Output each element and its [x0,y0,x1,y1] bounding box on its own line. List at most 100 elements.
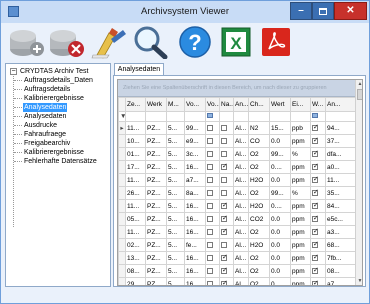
row-selector[interactable] [118,264,126,278]
tree-expander[interactable]: − [10,68,17,75]
table-row[interactable]: 13...PZ...5...16... Al...O20.0ppm 7fb... [118,251,356,265]
row-checkbox[interactable] [221,227,228,235]
filter-checkbox-icon[interactable] [207,113,213,118]
column-header[interactable]: Ei... [290,97,311,112]
row-checkbox[interactable] [221,241,227,248]
row-checkbox[interactable] [207,228,213,235]
row-checkbox[interactable] [207,202,213,209]
row-checkbox[interactable] [221,150,227,157]
minimize-button[interactable]: – [290,2,312,20]
tree-root[interactable]: CRYDTAS Archiv Test [20,67,88,76]
filter-cell[interactable] [166,111,185,122]
row-checkbox[interactable] [312,162,319,170]
column-header[interactable]: Wert [269,97,291,112]
row-checkbox[interactable] [312,253,319,261]
row-checkbox[interactable] [221,214,228,222]
row-selector[interactable] [118,212,126,226]
row-checkbox[interactable] [221,124,227,131]
table-row[interactable]: 01...PZ...5...3c... Al...O299...% dfa... [118,147,356,161]
table-row[interactable]: 05...PZ...5...16... Al...CO20.0ppm e5c... [118,212,356,226]
row-checkbox[interactable] [312,123,319,131]
row-checkbox[interactable] [312,149,319,157]
title-bar[interactable]: Archivsystem Viewer – ✕ [1,1,369,23]
column-header[interactable]: Werk [145,97,167,112]
scroll-thumb[interactable] [357,89,362,100]
filter-cell[interactable] [145,111,167,122]
row-checkbox[interactable] [312,279,319,285]
row-checkbox[interactable] [312,227,319,235]
edit-icon[interactable] [89,25,129,59]
row-selector[interactable] [118,160,126,174]
filter-cell[interactable] [233,111,249,122]
table-row[interactable]: 11...PZ...5...a7...Al...H2O0.0ppm11... [118,173,356,187]
filter-cell[interactable] [205,111,220,122]
row-checkbox[interactable] [312,266,319,274]
row-selector[interactable] [118,186,126,200]
table-row[interactable]: 11...PZ...5...16... Al...H2O0....ppm 84... [118,199,356,213]
tree-item-ausdrucke[interactable]: Ausdrucke [23,121,58,130]
filter-cell[interactable] [269,111,291,122]
column-header[interactable]: An... [325,97,356,112]
row-checkbox[interactable] [221,162,228,170]
column-header[interactable]: Vo... [184,97,206,112]
column-header[interactable]: Vo... [205,97,220,112]
row-checkbox[interactable] [221,253,228,261]
row-checkbox[interactable] [221,137,227,144]
close-button[interactable]: ✕ [334,2,367,20]
row-checkbox[interactable] [207,267,213,274]
excel-export-icon[interactable]: X [219,25,253,59]
scroll-down-icon[interactable]: ▼ [356,277,362,285]
tree-item-analysedaten[interactable]: Analysedaten [23,112,67,121]
row-checkbox[interactable] [221,201,228,209]
filter-cell[interactable] [125,111,146,122]
tree-item-auftragsdetails[interactable]: Auftragsdetails [23,85,71,94]
filter-cell[interactable] [325,111,356,122]
table-row[interactable]: 17...PZ...5...16... Al...O20....ppm a0... [118,160,356,174]
row-checkbox[interactable] [221,266,228,274]
group-panel[interactable]: Ziehen Sie eine Spaltenüberschrift in di… [118,80,355,97]
add-database-icon[interactable] [7,25,47,59]
tree-item-kalibrierergebnisse[interactable]: Kalibrierergebnisse [23,94,85,103]
remove-database-icon[interactable] [47,25,87,59]
row-selector[interactable] [118,277,126,285]
scroll-up-icon[interactable]: ▲ [356,80,362,88]
row-checkbox[interactable] [207,163,213,170]
table-row[interactable]: 10...PZ...5...e9... Al...CO0.0ppm 37... [118,134,356,148]
column-header[interactable]: An... [233,97,249,112]
row-checkbox[interactable] [207,241,213,248]
tree-item-fehlerhafte-datensaetze[interactable]: Fehlerhafte Datensätze [23,157,98,166]
row-selector[interactable] [118,199,126,213]
filter-cell[interactable] [248,111,270,122]
row-checkbox[interactable] [207,215,213,222]
row-checkbox[interactable] [207,176,213,183]
row-checkbox[interactable] [312,214,319,222]
tree-item-freigabearchiv[interactable]: Freigabearchiv [23,139,71,148]
filter-cell[interactable] [290,111,311,122]
tree-item-analysedaten-selected[interactable]: Analysedaten [23,103,68,112]
row-checkbox[interactable] [312,188,319,196]
row-checkbox[interactable] [312,240,319,248]
row-checkbox[interactable] [312,136,319,144]
filter-cell[interactable] [310,111,326,122]
row-selector[interactable] [118,251,126,265]
row-selector[interactable] [118,225,126,239]
row-selector[interactable] [118,147,126,161]
tree-item-kalibrierergebnisse-2[interactable]: Kalibrierergebnisse [23,148,85,157]
row-checkbox[interactable] [207,150,213,157]
column-header[interactable]: Na... [219,97,234,112]
table-row[interactable]: 02...PZ...5...fe... Al...H2O0.0ppm 68... [118,238,356,252]
column-header[interactable]: M... [166,97,185,112]
row-checkbox[interactable] [207,189,213,196]
row-checkbox[interactable] [312,175,319,183]
table-row[interactable]: 11...PZ...5...16... Al...O20.0ppm a3... [118,225,356,239]
row-checkbox[interactable] [221,189,227,196]
row-checkbox[interactable] [207,254,213,261]
search-icon[interactable] [131,25,169,59]
row-selector[interactable] [118,134,126,148]
vertical-scrollbar[interactable]: ▲ ▼ [355,80,362,285]
column-header[interactable]: W... [310,97,326,112]
row-checkbox[interactable] [207,280,213,285]
pdf-export-icon[interactable] [259,25,293,59]
tree-item-fahraufraege[interactable]: Fahraufraege [23,130,67,139]
filter-checkbox-icon[interactable] [312,113,318,118]
